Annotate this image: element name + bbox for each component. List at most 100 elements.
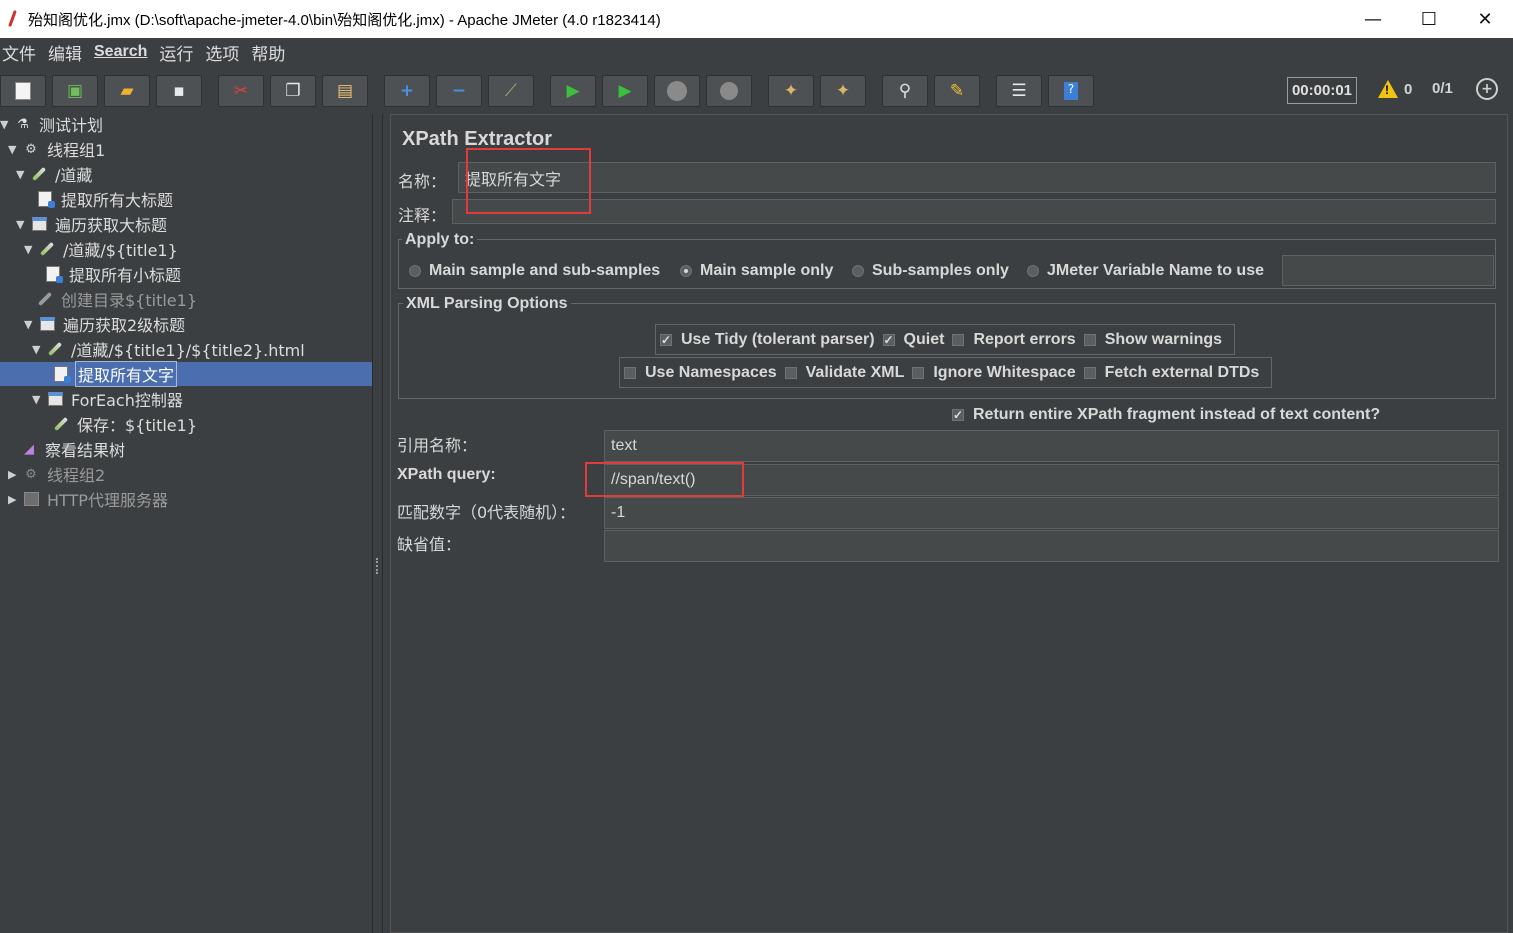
stop-icon[interactable] [654,75,700,107]
remote-globe-icon[interactable]: + [1476,78,1498,100]
tree-node[interactable]: 提取所有小标题 [44,262,183,286]
menu-edit[interactable]: 编辑 [46,40,88,65]
radio-icon[interactable] [409,265,421,277]
menu-help[interactable]: 帮助 [249,40,291,65]
save-icon[interactable]: ▪ [156,75,202,107]
radio-jmeter-variable[interactable]: JMeter Variable Name to use [1027,262,1264,280]
expand-icon[interactable]: + [384,75,430,107]
return-fragment-checkbox[interactable]: ✓ Return entire XPath fragment instead o… [952,406,1380,424]
clear-icon[interactable]: ✦ [768,75,814,107]
templates-icon[interactable]: ▣ [52,75,98,107]
checkbox-icon[interactable] [624,366,636,379]
validate-xml-checkbox[interactable]: Validate XML [784,364,904,382]
report-errors-checkbox[interactable]: Report errors [952,331,1076,349]
expand-arrow-icon[interactable]: ▼ [32,343,44,356]
menu-file[interactable]: 文件 [0,40,42,65]
warning-indicator[interactable]: 0 [1378,80,1412,98]
name-field[interactable]: 提取所有文字 [458,162,1496,193]
expand-arrow-icon[interactable]: ▼ [24,243,36,256]
quiet-checkbox[interactable]: ✓ Quiet [882,331,944,349]
paste-icon[interactable]: ▤ [322,75,368,107]
loop-controller-icon [46,390,64,408]
tree-node[interactable]: 提取所有大标题 [36,187,175,211]
maximize-button[interactable]: ☐ [1401,0,1457,38]
cut-icon[interactable]: ✂ [218,75,264,107]
checkbox-icon[interactable] [784,366,797,379]
proxy-icon [22,490,40,508]
start-icon[interactable]: ▶ [550,75,596,107]
tree-node[interactable]: ▼ /道藏 [16,162,94,186]
pane-splitter[interactable] [372,114,383,933]
reset-search-icon[interactable]: ✎ [934,75,980,107]
radio-sub-only[interactable]: Sub-samples only [852,262,1009,280]
shutdown-icon[interactable] [706,75,752,107]
expand-arrow-icon[interactable]: ▼ [0,118,12,131]
radio-selected-icon[interactable] [680,265,692,277]
collapse-arrow-icon[interactable]: ▶ [8,493,20,506]
close-button[interactable]: ✕ [1457,0,1513,38]
expand-arrow-icon[interactable]: ▼ [16,218,28,231]
default-value-field[interactable] [604,530,1499,562]
open-icon[interactable]: ▰ [104,75,150,107]
ignore-whitespace-checkbox[interactable]: Ignore Whitespace [912,364,1076,382]
checkbox-checked-icon[interactable]: ✓ [882,333,895,346]
tree-node[interactable]: ◢ 察看结果树 [20,437,127,461]
tree-node[interactable]: ▼ /道藏/${title1}/${title2}.html [32,337,307,361]
radio-icon[interactable] [852,265,864,277]
checkbox-checked-icon[interactable]: ✓ [952,409,964,421]
tree-node[interactable]: ▶ ⚙ 线程组2 [8,462,107,486]
use-namespaces-checkbox[interactable]: Use Namespaces [624,364,777,382]
collapse-arrow-icon[interactable]: ▶ [8,468,20,481]
radio-main-and-sub[interactable]: Main sample and sub-samples [409,262,660,280]
toggle-icon[interactable]: ⟋ [488,75,534,107]
test-plan-tree: ▼ ⚗ 测试计划 ▼ ⚙ 线程组1 ▼ /道藏 提取所有大标题 ▼ 遍历获取大标… [0,114,372,933]
clear-all-icon[interactable]: ✦ [820,75,866,107]
variable-name-field[interactable] [1282,255,1494,286]
splitter-grip-icon[interactable] [376,558,380,574]
tree-node[interactable]: ▼ ⚙ 线程组1 [8,137,107,161]
collapse-icon[interactable]: − [436,75,482,107]
function-helper-icon[interactable]: ☰ [996,75,1042,107]
menu-search[interactable]: Search [92,43,153,61]
expand-arrow-icon[interactable]: ▼ [16,168,28,181]
expand-arrow-icon[interactable]: ▼ [32,393,44,406]
tree-node[interactable]: 创建目录${title1} [36,287,199,311]
fetch-dtds-checkbox[interactable]: Fetch external DTDs [1083,364,1259,382]
radio-main-only[interactable]: Main sample only [680,262,833,280]
tree-node[interactable]: ▼ ForEach控制器 [32,387,185,411]
extractor-doc-icon [44,265,63,283]
copy-icon[interactable]: ❐ [270,75,316,107]
tree-node[interactable]: ▼ 遍历获取2级标题 [24,312,187,336]
checkbox-checked-icon[interactable]: ✓ [660,333,672,346]
tree-node[interactable]: ▼ 遍历获取大标题 [16,212,169,236]
checkbox-icon[interactable] [1083,333,1096,346]
comment-field[interactable] [452,199,1496,224]
checkbox-icon[interactable] [1083,366,1096,379]
tree-node[interactable]: ▼ /道藏/${title1} [24,237,180,261]
help-icon[interactable]: ? [1048,75,1094,107]
show-warnings-checkbox[interactable]: Show warnings [1083,331,1222,349]
match-no-field[interactable]: -1 [604,497,1499,529]
tree-node[interactable]: 保存：${title1} [52,412,199,436]
search-icon[interactable]: ⚲ [882,75,928,107]
new-icon[interactable] [0,75,46,107]
xpath-query-field[interactable]: //span/text() [604,464,1499,496]
expand-arrow-icon[interactable]: ▼ [8,143,20,156]
checkbox-icon[interactable] [952,333,965,346]
start-no-pause-icon[interactable]: ▶ [602,75,648,107]
minimize-button[interactable]: — [1345,0,1401,38]
radio-icon[interactable] [1027,265,1039,277]
tree-node-selected[interactable]: 提取所有文字 [0,361,372,387]
panel-border: XPath Extractor 名称： 提取所有文字 注释： Apply to:… [390,114,1508,933]
expand-arrow-icon[interactable]: ▼ [24,318,36,331]
checkbox-icon[interactable] [912,366,925,379]
tree-node[interactable]: ▼ ⚗ 测试计划 [0,112,105,136]
extractor-doc-icon [52,365,71,383]
use-tidy-checkbox[interactable]: ✓ Use Tidy (tolerant parser) [660,331,875,349]
panel-title: XPath Extractor [402,128,553,150]
menu-run[interactable]: 运行 [157,40,199,65]
menu-options[interactable]: 选项 [203,40,245,65]
ref-name-field[interactable]: text [604,430,1499,462]
tree-node[interactable]: ▶ HTTP代理服务器 [8,487,170,511]
title-bar: 殆知阁优化.jmx (D:\soft\apache-jmeter-4.0\bin… [0,0,1513,38]
